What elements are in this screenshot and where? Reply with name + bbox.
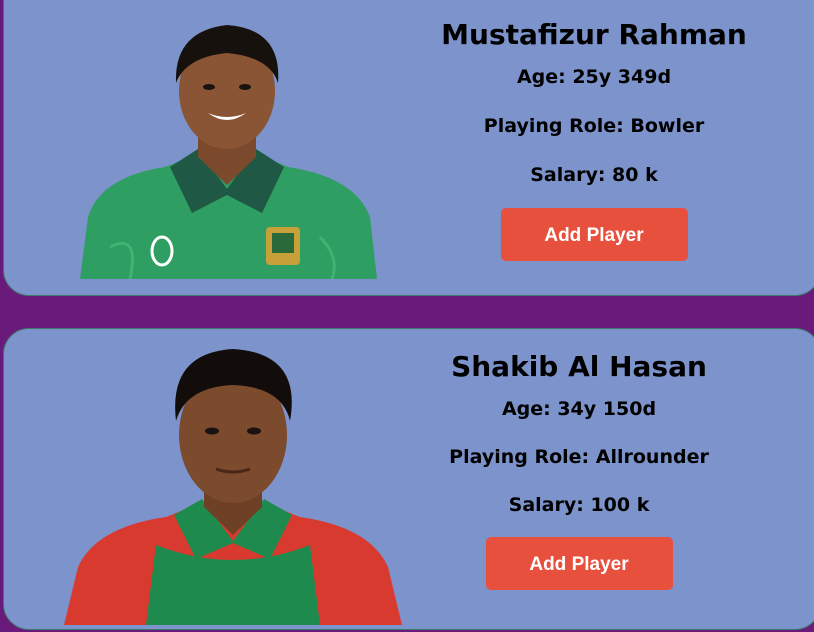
player-age: Age: 25y 349d — [516, 66, 672, 88]
player-info: Shakib Al Hasan Age: 34y 150d Playing Ro… — [399, 347, 759, 590]
player-salary: Salary: 100 k — [508, 494, 650, 516]
player-name: Mustafizur Rahman — [441, 18, 747, 51]
add-player-button[interactable]: Add Player — [485, 537, 673, 590]
player-info: Mustafizur Rahman Age: 25y 349d Playing … — [414, 15, 774, 261]
player-card: Shakib Al Hasan Age: 34y 150d Playing Ro… — [3, 328, 814, 630]
player-name: Shakib Al Hasan — [451, 350, 707, 383]
player-photo — [70, 17, 384, 280]
player-role: Playing Role: Allrounder — [449, 446, 709, 468]
add-player-button[interactable]: Add Player — [500, 208, 688, 261]
player-age: Age: 34y 150d — [501, 398, 657, 420]
player-list: Mustafizur Rahman Age: 25y 349d Playing … — [0, 0, 814, 632]
player-photo — [56, 345, 410, 625]
player-role: Playing Role: Bowler — [483, 115, 705, 137]
player-salary: Salary: 80 k — [530, 164, 658, 186]
player-card: Mustafizur Rahman Age: 25y 349d Playing … — [3, 0, 814, 296]
